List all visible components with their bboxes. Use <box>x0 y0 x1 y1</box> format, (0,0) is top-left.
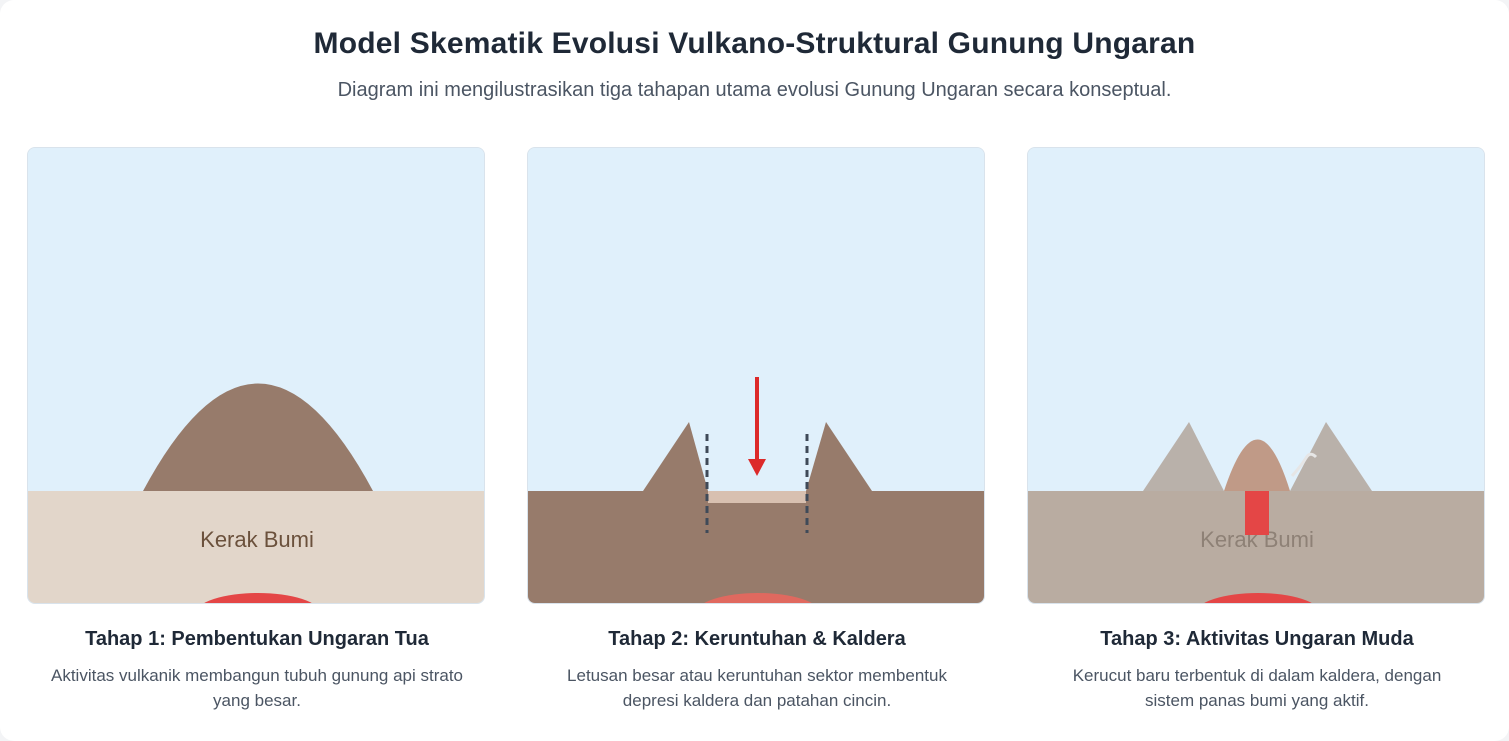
stage-1-svg: Kerak Bumi <box>28 148 484 603</box>
stage-2-description: Letusan besar atau keruntuhan sektor mem… <box>517 663 997 713</box>
page-subtitle: Diagram ini mengilustrasikan tiga tahapa… <box>337 79 1172 101</box>
stage-2-svg <box>528 148 984 603</box>
crust-label: Kerak Bumi <box>200 527 314 552</box>
stage-3-illustration: Kerak Bumi <box>1027 147 1485 604</box>
stage-2-desc-line2: depresi kaldera dan patahan cincin. <box>622 691 892 710</box>
diagram-card: Model Skematik Evolusi Vulkano-Struktura… <box>0 0 1509 741</box>
page-title: Model Skematik Evolusi Vulkano-Struktura… <box>313 27 1196 60</box>
stage-3-desc-line1: Kerucut baru terbentuk di dalam kaldera,… <box>1072 666 1442 685</box>
caldera-floor <box>708 491 806 503</box>
stage-2-desc-line1: Letusan besar atau keruntuhan sektor mem… <box>567 666 947 685</box>
stage-3-title: Tahap 3: Aktivitas Ungaran Muda <box>1100 628 1414 650</box>
stage-1-desc-line2: yang besar. <box>213 691 301 710</box>
stage-1-description: Aktivitas vulkanik membangun tubuh gunun… <box>17 663 497 713</box>
crust-layer <box>528 491 984 603</box>
stage-1-illustration: Kerak Bumi <box>27 147 485 604</box>
stage-1-title: Tahap 1: Pembentukan Ungaran Tua <box>85 628 429 650</box>
stage-3-desc-line2: sistem panas bumi yang aktif. <box>1145 691 1369 710</box>
stage-3-description: Kerucut baru terbentuk di dalam kaldera,… <box>1017 663 1497 713</box>
stage-1-desc-line1: Aktivitas vulkanik membangun tubuh gunun… <box>50 666 464 685</box>
stage-3-svg: Kerak Bumi <box>1028 148 1484 603</box>
stage-2-title: Tahap 2: Keruntuhan & Kaldera <box>608 628 906 650</box>
stage-2-illustration <box>527 147 985 604</box>
